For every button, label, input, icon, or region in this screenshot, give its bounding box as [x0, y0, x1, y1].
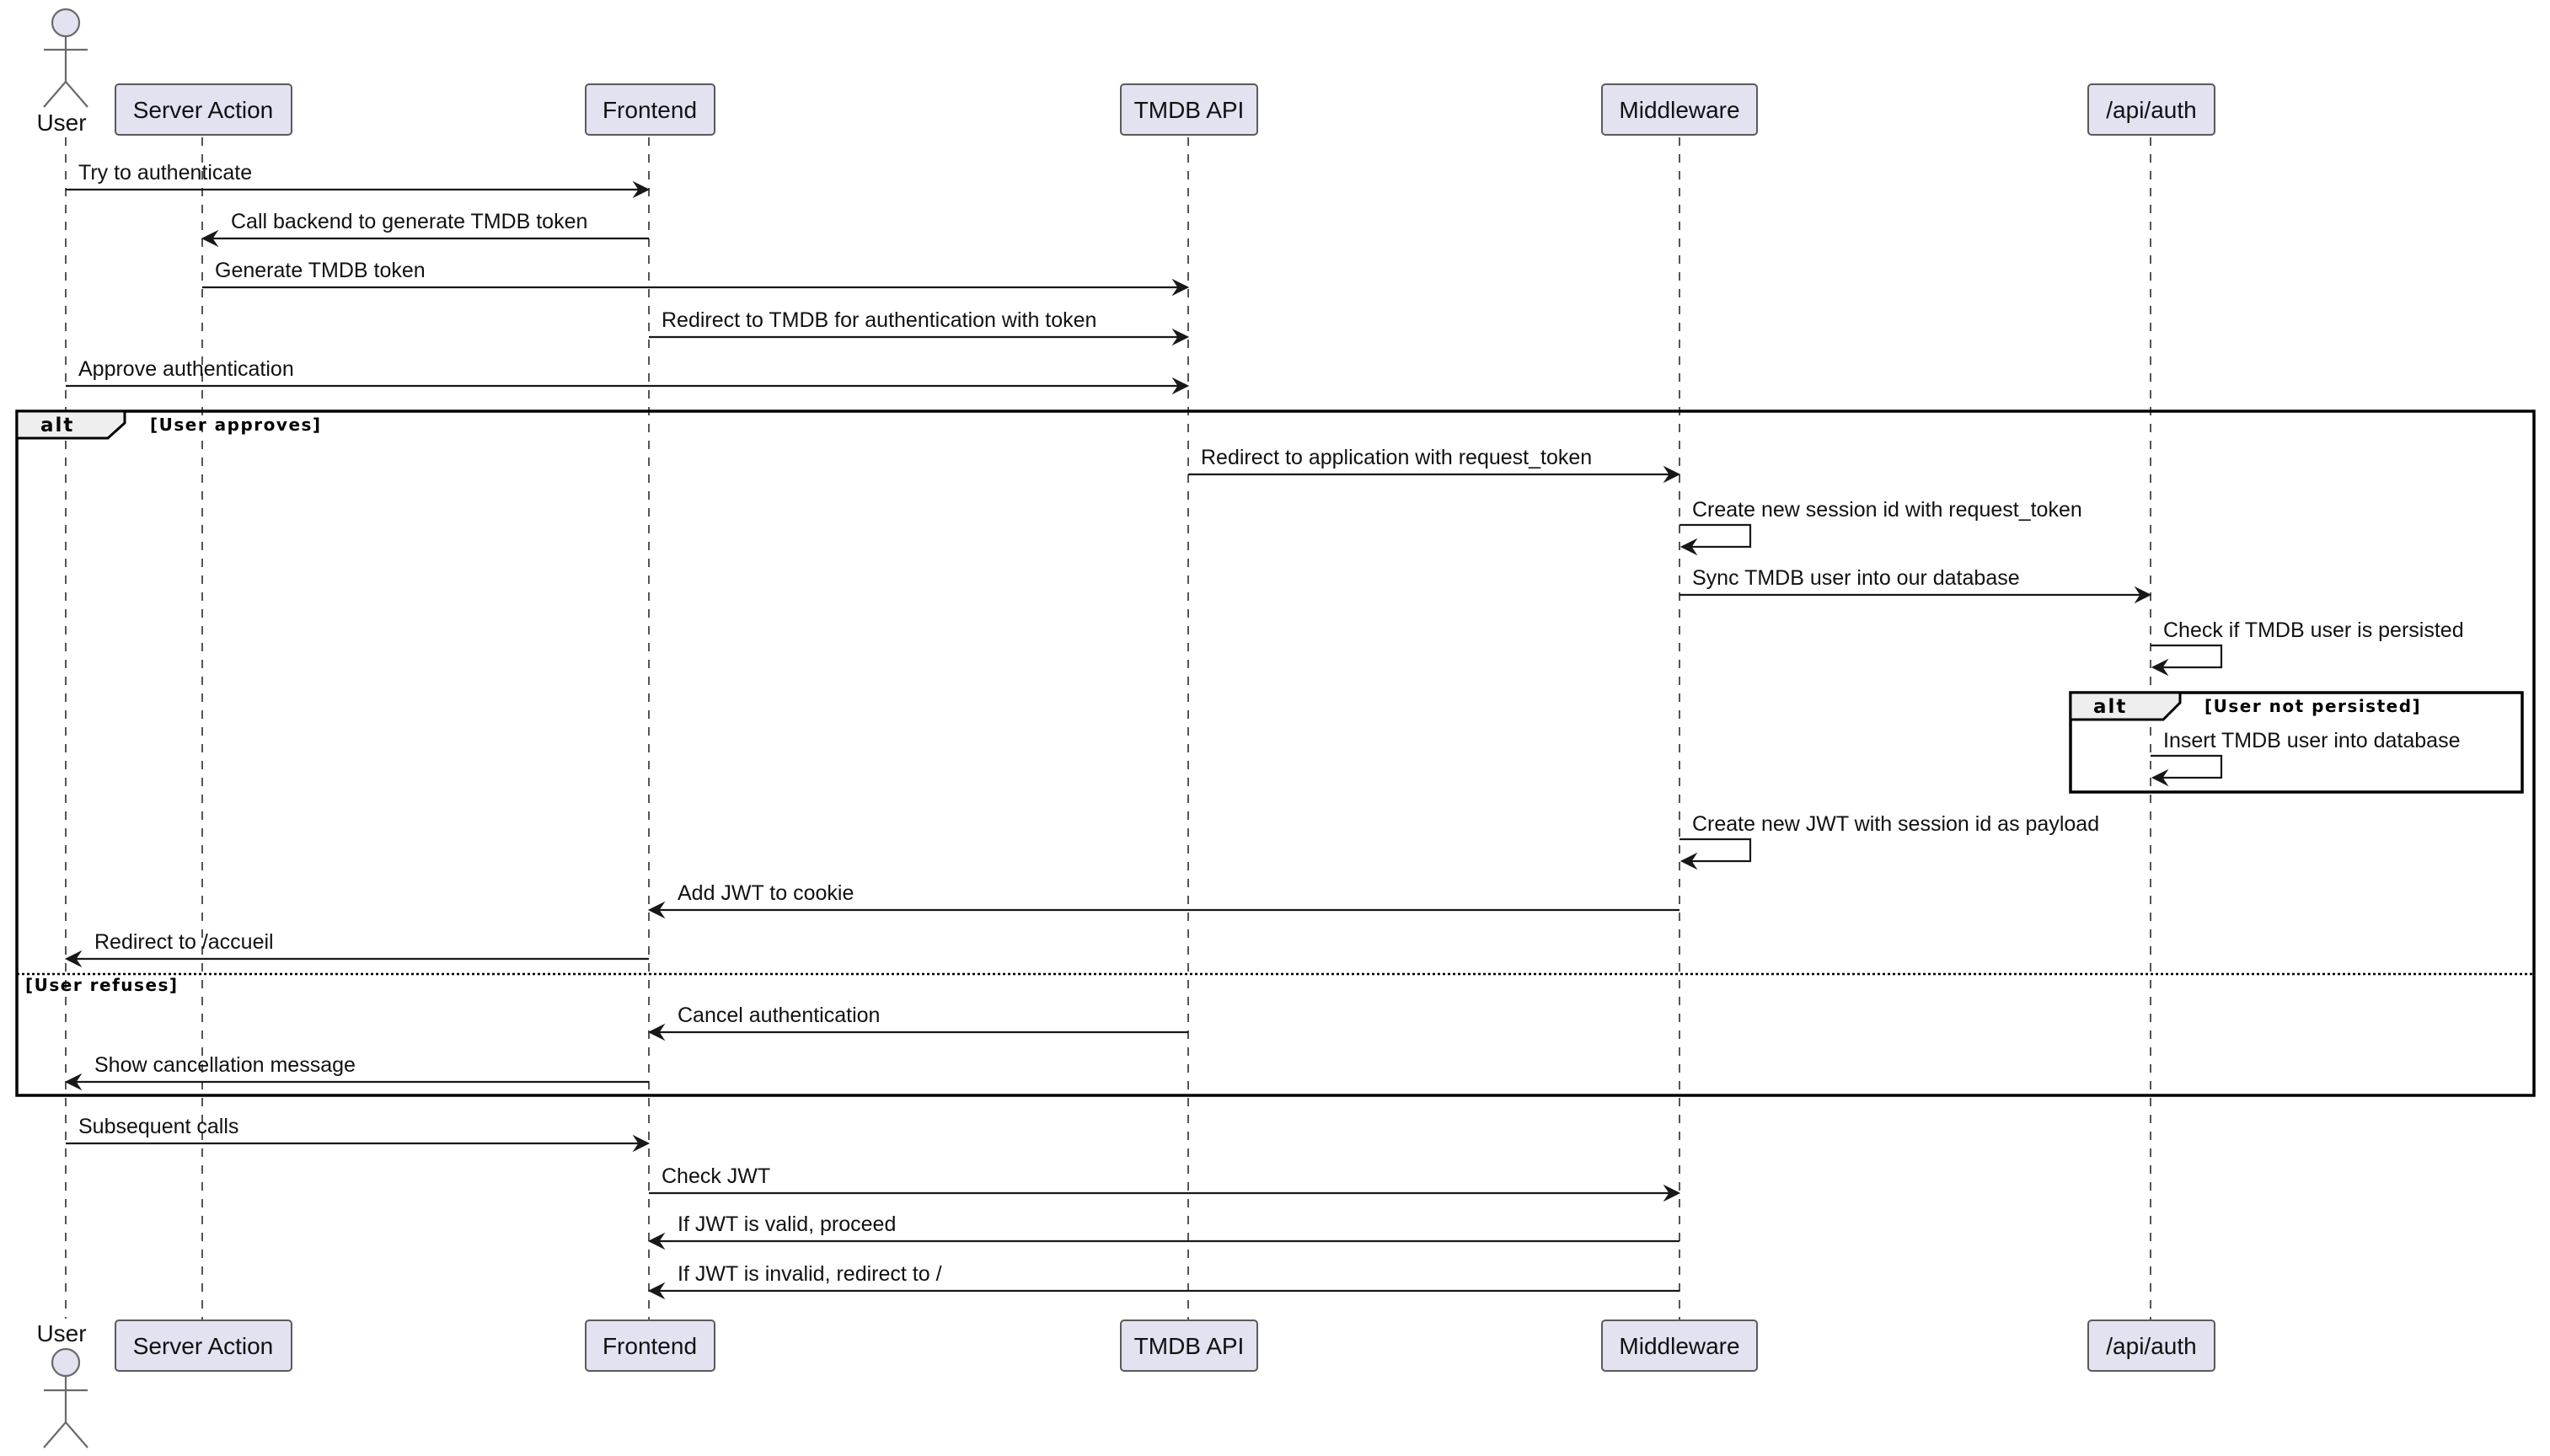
message-label: Call backend to generate TMDB token: [231, 210, 587, 233]
message[interactable]: Redirect to /accueil: [64, 930, 649, 968]
participant-frontend-bottom[interactable]: Frontend: [585, 1320, 715, 1372]
message-label: If JWT is valid, proceed: [678, 1212, 896, 1236]
message[interactable]: Check JWT: [649, 1164, 1681, 1202]
participant-label: Frontend: [603, 1333, 697, 1359]
message-label: Check if TMDB user is persisted: [2163, 618, 2464, 642]
participant-server-action-bottom[interactable]: Server Action: [115, 1320, 292, 1372]
message-label: Try to authenticate: [78, 161, 252, 185]
message[interactable]: Cancel authentication: [647, 1004, 1188, 1041]
message[interactable]: Try to authenticate: [66, 161, 651, 199]
participant-label: Frontend: [603, 97, 697, 123]
message[interactable]: Redirect to application with request_tok…: [1188, 446, 1681, 484]
message[interactable]: Approve authentication: [66, 357, 1190, 395]
self-message[interactable]: Create new JWT with session id as payloa…: [1679, 812, 2099, 870]
message-label: Sync TMDB user into our database: [1692, 566, 2020, 590]
actor-leg-left: [43, 81, 67, 108]
message-label: Show cancellation message: [94, 1053, 356, 1077]
message-label: Redirect to /accueil: [94, 930, 274, 954]
alt-operator-label: alt: [40, 415, 74, 436]
alt-fragment-user-approves: alt [User approves] [User refuses]: [15, 410, 2536, 1097]
participant-label: TMDB API: [1134, 1333, 1245, 1359]
message-label: If JWT is invalid, redirect to /: [678, 1262, 942, 1286]
alt-frame: [15, 410, 2536, 1097]
message-label: Create new JWT with session id as payloa…: [1692, 812, 2099, 836]
participant-server-action-top[interactable]: Server Action: [115, 83, 292, 136]
message[interactable]: Sync TMDB user into our database: [1679, 566, 2152, 604]
self-message[interactable]: Check if TMDB user is persisted: [2151, 618, 2464, 677]
message-label: Generate TMDB token: [215, 259, 426, 282]
self-message[interactable]: Create new session id with request_token: [1679, 498, 2082, 556]
participants-bottom: User Server Action Frontend TMDB API Mid…: [36, 1320, 2215, 1448]
message[interactable]: Show cancellation message: [64, 1053, 649, 1091]
sequence-diagram: alt [User approves] [User refuses] alt […: [15, 8, 2536, 1448]
self-message[interactable]: Insert TMDB user into database: [2151, 729, 2461, 787]
participant-api-auth-bottom[interactable]: /api/auth: [2087, 1320, 2215, 1372]
message-label: Approve authentication: [78, 357, 294, 381]
participant-api-auth-top[interactable]: /api/auth: [2087, 83, 2215, 136]
actor-head-icon: [51, 8, 81, 38]
lifelines: [65, 137, 2151, 1320]
message-label: Create new session id with request_token: [1692, 498, 2082, 522]
participants-top: User Server Action Frontend TMDB API Mid…: [36, 8, 2215, 136]
actor-head-icon: [51, 1347, 81, 1378]
message[interactable]: Generate TMDB token: [202, 259, 1190, 297]
participant-label: Server Action: [133, 1333, 274, 1359]
message[interactable]: Call backend to generate TMDB token: [201, 210, 649, 248]
message-label: Add JWT to cookie: [678, 881, 854, 905]
message-label: Subsequent calls: [78, 1115, 238, 1138]
actor-user-bottom[interactable]: User: [36, 1320, 88, 1448]
participant-label: /api/auth: [2106, 1333, 2196, 1359]
message[interactable]: Redirect to TMDB for authentication with…: [649, 308, 1190, 346]
actor-leg-left: [43, 1421, 67, 1448]
participant-label: Middleware: [1619, 1333, 1739, 1359]
participant-label: Middleware: [1619, 97, 1739, 123]
message-label: Redirect to application with request_tok…: [1201, 446, 1592, 469]
participant-label: /api/auth: [2106, 97, 2196, 123]
alt-else-guard-label: [User refuses]: [25, 975, 179, 995]
participant-tmdb-api-bottom[interactable]: TMDB API: [1120, 1320, 1258, 1372]
participant-middleware-top[interactable]: Middleware: [1601, 83, 1758, 136]
messages: Try to authenticate Call backend to gener…: [64, 161, 2464, 1300]
message-label: Redirect to TMDB for authentication with…: [662, 308, 1096, 332]
message-label: Insert TMDB user into database: [2163, 729, 2461, 752]
participant-label: Server Action: [133, 97, 274, 123]
actor-user-label: User: [36, 1320, 86, 1346]
participant-frontend-top[interactable]: Frontend: [585, 83, 715, 136]
actor-user-label: User: [36, 110, 86, 136]
message[interactable]: Subsequent calls: [66, 1115, 651, 1153]
actor-leg-right: [65, 81, 88, 108]
alt-guard-label: [User approves]: [150, 415, 322, 435]
participant-middleware-bottom[interactable]: Middleware: [1601, 1320, 1758, 1372]
inner-alt-operator-label: alt: [2093, 696, 2127, 718]
actor-leg-right: [65, 1421, 88, 1448]
participant-label: TMDB API: [1134, 97, 1245, 123]
message[interactable]: If JWT is invalid, redirect to /: [647, 1262, 1679, 1300]
message-label: Check JWT: [662, 1164, 770, 1188]
message-label: Cancel authentication: [678, 1004, 880, 1027]
participant-tmdb-api-top[interactable]: TMDB API: [1120, 83, 1258, 136]
actor-user-top[interactable]: User: [36, 8, 88, 136]
message[interactable]: If JWT is valid, proceed: [647, 1212, 1679, 1250]
inner-alt-guard-label: [User not persisted]: [2204, 696, 2421, 716]
message[interactable]: Add JWT to cookie: [647, 881, 1679, 919]
